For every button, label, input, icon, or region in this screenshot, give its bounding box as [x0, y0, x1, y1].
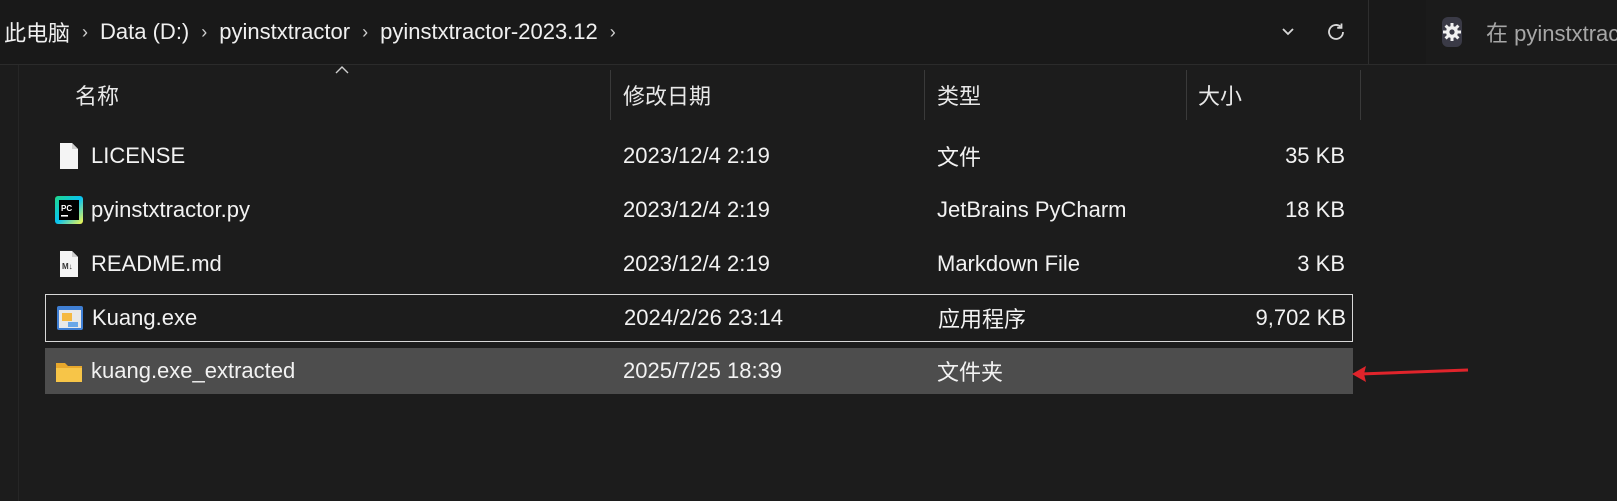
breadcrumb: 此电脑 › Data (D:) › pyinstxtractor › pyins… [0, 0, 624, 64]
search-options-button[interactable] [1442, 17, 1462, 47]
file-size: 18 KB [1285, 197, 1345, 222]
file-modified: 2023/12/4 2:19 [623, 251, 770, 276]
refresh-icon [1328, 23, 1344, 40]
file-row-license[interactable]: LICENSE 2023/12/4 2:19 文件 35 KB [45, 132, 1353, 180]
toolbar-divider [1368, 0, 1369, 64]
file-row-pyinstxtractor-py[interactable]: PC pyinstxtractor.py 2023/12/4 2:19 JetB… [45, 186, 1353, 234]
breadcrumb-pyinstxtractor[interactable]: pyinstxtractor [215, 19, 356, 45]
address-bar: 此电脑 › Data (D:) › pyinstxtractor › pyins… [0, 0, 1617, 65]
chevron-right-icon[interactable]: › [195, 22, 215, 43]
breadcrumb-pyinstxtractor-2023-12[interactable]: pyinstxtractor-2023.12 [376, 19, 604, 45]
file-modified: 2025/7/25 18:39 [623, 358, 783, 383]
file-type: Markdown File [937, 251, 1081, 276]
file-name: kuang.exe_extracted [91, 358, 296, 383]
file-name: README.md [91, 251, 222, 276]
file-icon [60, 143, 78, 169]
column-header-modified[interactable]: 修改日期 [623, 70, 711, 120]
file-name: LICENSE [91, 143, 186, 168]
file-size [1195, 348, 1345, 394]
file-modified: 2024/2/26 23:14 [624, 305, 784, 330]
navigation-pane-edge [0, 65, 19, 501]
chevron-right-icon[interactable]: › [604, 22, 624, 43]
file-size: 9,702 KB [1255, 305, 1346, 330]
file-row-kuang-exe[interactable]: Kuang.exe 2024/2/26 23:14 应用程序 9,702 KB [45, 294, 1353, 342]
column-divider[interactable] [1186, 70, 1187, 120]
file-modified: 2023/12/4 2:19 [623, 197, 770, 222]
chevron-down-icon [1282, 28, 1294, 36]
column-divider[interactable] [924, 70, 925, 120]
history-dropdown-button[interactable] [1270, 14, 1306, 50]
file-type: 应用程序 [938, 307, 1027, 332]
svg-text:PC: PC [61, 204, 72, 213]
file-row-readme-md[interactable]: M↓ README.md 2023/12/4 2:19 Markdown Fil… [45, 240, 1353, 288]
file-modified: 2023/12/4 2:19 [623, 143, 770, 168]
refresh-button[interactable] [1318, 14, 1354, 50]
gear-icon [1443, 23, 1461, 41]
file-size: 35 KB [1285, 143, 1345, 168]
pycharm-icon: PC [55, 196, 83, 224]
breadcrumb-this-pc[interactable]: 此电脑 [0, 16, 76, 48]
search-box[interactable]: 在 pyinstxtractor-2023.12 中搜索 [1426, 0, 1617, 64]
column-divider[interactable] [1360, 70, 1361, 120]
exe-icon [57, 306, 83, 330]
file-name: pyinstxtractor.py [91, 197, 250, 222]
column-divider[interactable] [610, 70, 611, 120]
file-size: 3 KB [1297, 251, 1345, 276]
svg-text:M↓: M↓ [62, 262, 73, 271]
column-header-name[interactable]: 名称 [75, 70, 119, 120]
search-input[interactable]: 在 pyinstxtractor-2023.12 中搜索 [1486, 16, 1617, 48]
chevron-right-icon[interactable]: › [356, 22, 376, 43]
markdown-icon: M↓ [60, 251, 78, 277]
file-type: 文件夹 [937, 360, 1004, 385]
column-header-row: 名称 修改日期 类型 大小 [45, 70, 1405, 120]
chevron-right-icon[interactable]: › [76, 22, 96, 43]
file-name: Kuang.exe [92, 305, 198, 330]
folder-icon [56, 363, 82, 382]
column-header-size[interactable]: 大小 [1198, 70, 1242, 120]
file-row-kuang-exe-extracted[interactable]: kuang.exe_extracted 2025/7/25 18:39 文件夹 [45, 348, 1353, 394]
file-type: 文件 [937, 145, 982, 170]
file-type: JetBrains PyCharm [937, 197, 1127, 222]
column-header-type[interactable]: 类型 [937, 70, 981, 120]
annotation-arrow-icon [1352, 366, 1469, 382]
breadcrumb-data-drive[interactable]: Data (D:) [96, 19, 195, 45]
